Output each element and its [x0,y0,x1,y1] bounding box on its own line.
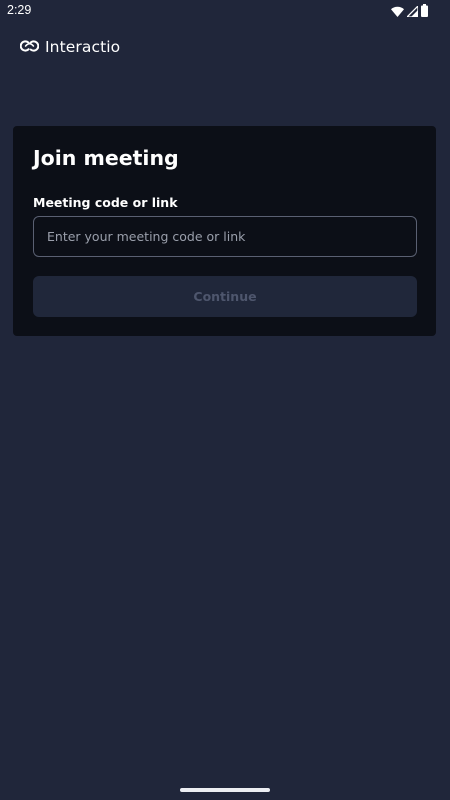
status-bar: 2:29 [0,0,450,24]
wifi-icon [391,2,404,21]
status-time: 2:29 [7,3,32,17]
interactio-logo-icon [19,38,40,57]
join-meeting-card: Join meeting Meeting code or link Contin… [13,126,436,336]
battery-icon [421,2,428,21]
meeting-code-input[interactable] [33,216,417,257]
app-header: Interactio [19,36,121,58]
continue-button[interactable]: Continue [33,276,417,317]
status-icons [391,2,428,21]
card-title: Join meeting [33,146,179,170]
signal-icon [405,2,419,21]
meeting-code-label: Meeting code or link [33,195,178,210]
brand-name: Interactio [45,38,121,56]
gesture-nav-handle[interactable] [180,788,270,792]
